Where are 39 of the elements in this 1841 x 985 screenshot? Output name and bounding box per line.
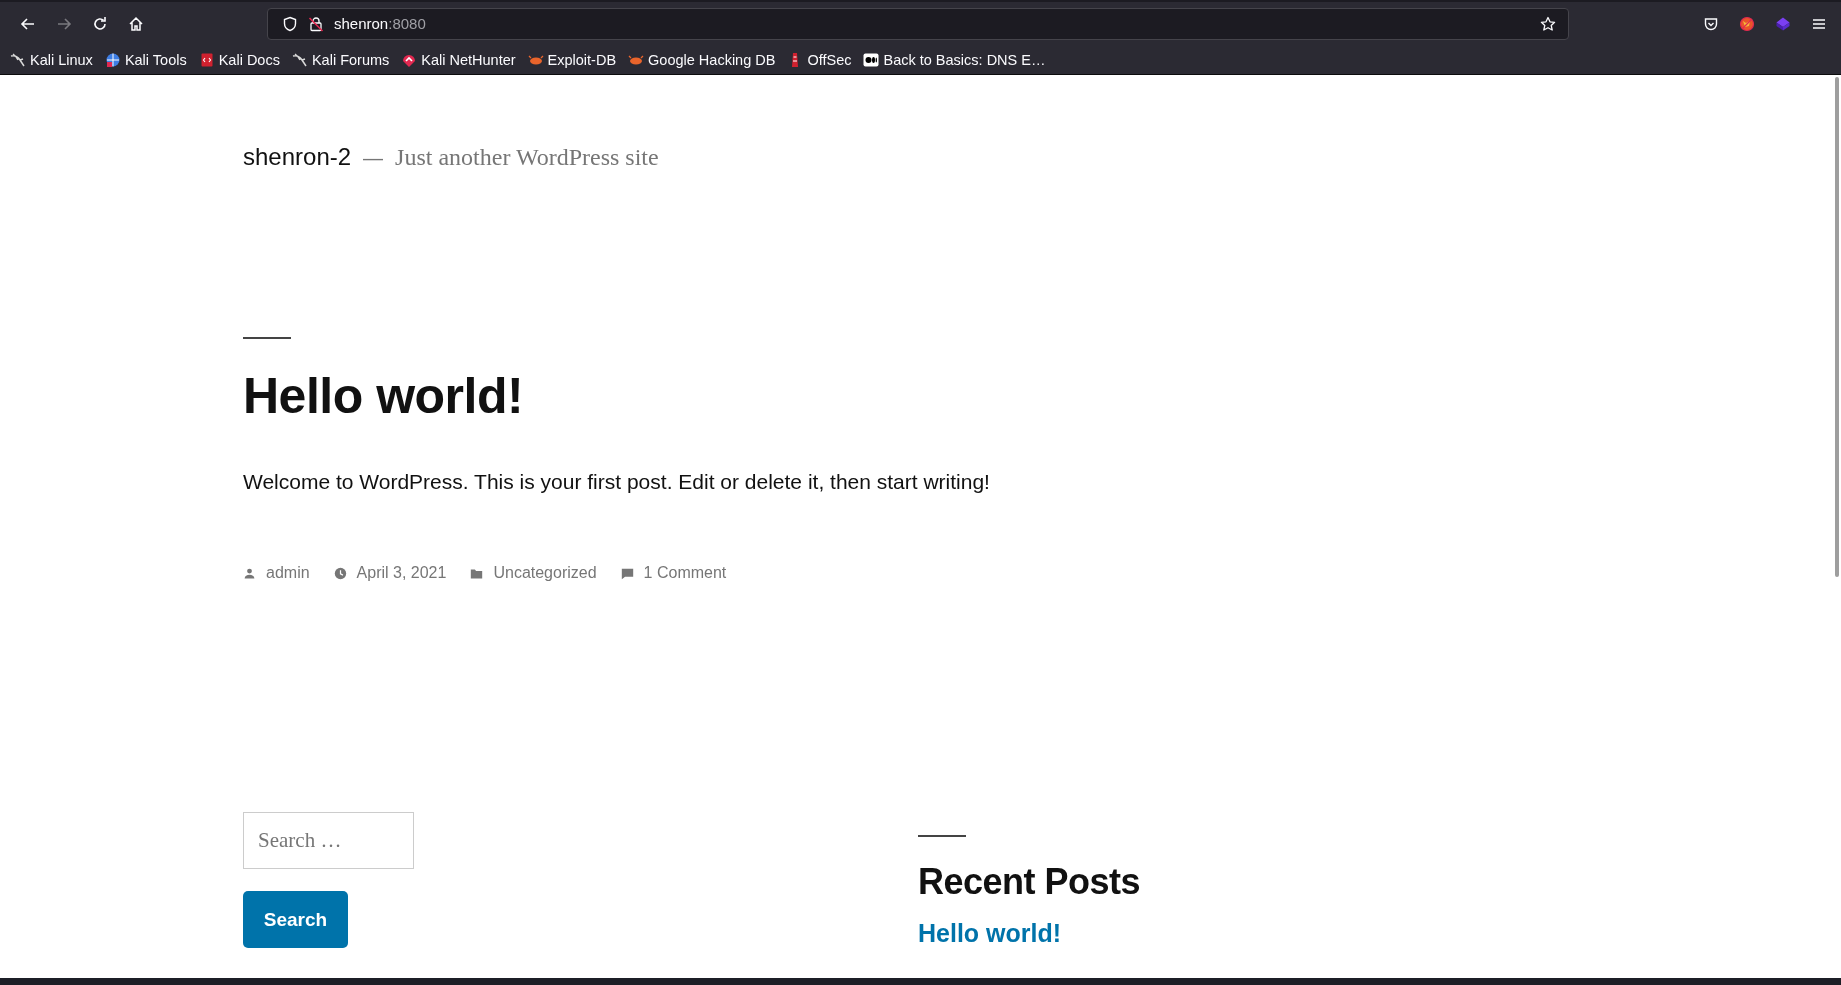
bookmark-link[interactable]: Kali Linux xyxy=(10,51,93,68)
bookmark-link[interactable]: Exploit-DB xyxy=(527,51,617,68)
bookmark-link[interactable]: Google Hacking DB xyxy=(628,51,776,68)
pocket-icon[interactable] xyxy=(1703,15,1719,32)
category-link[interactable]: Uncategorized xyxy=(493,564,597,582)
post-title: Hello world! xyxy=(243,367,525,425)
dots-logo-icon xyxy=(863,51,880,68)
scrollbar-thumb[interactable] xyxy=(1835,77,1839,577)
post-excerpt: Welcome to WordPress. This is your first post. Edit or delete it, then start writing! xyxy=(243,470,991,494)
home-icon[interactable] xyxy=(128,15,144,32)
bookmark-link[interactable]: Kali Tools xyxy=(104,51,187,68)
shield-icon xyxy=(282,15,298,32)
search-button[interactable]: Search xyxy=(243,891,348,948)
title-separator: — xyxy=(363,147,384,170)
author-link[interactable]: admin xyxy=(266,564,310,582)
bookmark-link[interactable]: Kali Forums xyxy=(291,51,390,68)
insecure-lock-icon xyxy=(308,15,324,32)
back-arrow-icon[interactable] xyxy=(20,15,36,32)
search-field[interactable]: Search … xyxy=(243,812,414,869)
bookmark-link[interactable]: Kali Docs xyxy=(198,51,280,68)
site-title-link[interactable]: shenron-2 xyxy=(243,143,352,171)
cube-icon[interactable] xyxy=(1775,15,1791,32)
person-icon xyxy=(243,566,256,580)
url-text[interactable]: shenron:8080 xyxy=(334,15,426,32)
comments-link[interactable]: 1 Comment xyxy=(643,564,727,582)
star-icon[interactable] xyxy=(1540,15,1556,32)
bookmark-link[interactable]: OffSec xyxy=(787,51,852,68)
site-tagline: Just another WordPress site xyxy=(395,144,659,171)
reload-icon[interactable] xyxy=(92,15,108,32)
bookmark-link[interactable]: Back to Basics: DNS E… xyxy=(863,51,1046,68)
comment-icon xyxy=(620,566,634,580)
date-link[interactable]: April 3, 2021 xyxy=(356,564,447,582)
globe-icon xyxy=(104,51,121,68)
address-bar[interactable]: shenron:8080 xyxy=(267,7,1569,40)
folder-icon xyxy=(470,566,484,580)
widget-heading: Recent Posts xyxy=(918,861,1141,903)
clock-icon xyxy=(333,566,347,580)
bookmark-link[interactable]: Kali NetHunter xyxy=(401,51,516,68)
recent-post-link[interactable]: Hello world! xyxy=(918,919,1141,948)
